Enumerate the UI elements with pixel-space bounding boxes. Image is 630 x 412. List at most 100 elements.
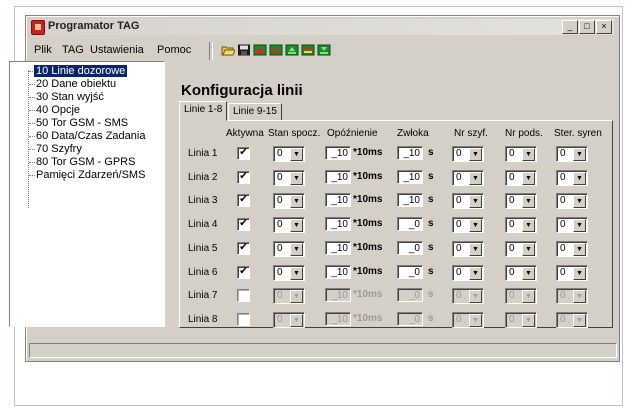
tree-item-tor-gsm-sms[interactable]: 50 Tor GSM - SMS bbox=[36, 117, 128, 129]
siren-select[interactable]: 0 ▼ bbox=[556, 264, 588, 281]
zone-select[interactable]: 0 ▼ bbox=[452, 311, 484, 328]
rest-state-select[interactable]: 0 ▼ bbox=[273, 240, 305, 257]
chevron-down-icon[interactable]: ▼ bbox=[290, 171, 303, 185]
chevron-down-icon[interactable]: ▼ bbox=[573, 219, 586, 233]
download-green-icon[interactable] bbox=[317, 44, 331, 56]
rest-state-select[interactable]: 0 ▼ bbox=[273, 217, 305, 234]
chevron-down-icon[interactable]: ▼ bbox=[522, 171, 535, 185]
chevron-down-icon[interactable]: ▼ bbox=[469, 171, 482, 185]
chevron-down-icon[interactable]: ▼ bbox=[469, 290, 482, 304]
sub-select[interactable]: 0 ▼ bbox=[505, 311, 537, 328]
chevron-down-icon[interactable]: ▼ bbox=[573, 171, 586, 185]
delay2-field[interactable]: _10 bbox=[397, 169, 423, 184]
sub-select[interactable]: 0 ▼ bbox=[505, 146, 537, 162]
delay-field[interactable]: _10 bbox=[325, 264, 351, 279]
chevron-down-icon[interactable]: ▼ bbox=[522, 242, 535, 256]
active-checkbox[interactable]: ✔ bbox=[237, 170, 250, 184]
siren-select[interactable]: 0 ▼ bbox=[556, 169, 588, 186]
chevron-down-icon[interactable]: ▼ bbox=[290, 266, 303, 280]
delay2-field[interactable]: _0 bbox=[397, 288, 423, 303]
open-folder-icon[interactable] bbox=[221, 44, 235, 56]
menu-pomoc[interactable]: Pomoc bbox=[157, 44, 191, 56]
zone-select[interactable]: 0 ▼ bbox=[452, 217, 484, 234]
siren-select[interactable]: 0 ▼ bbox=[556, 217, 588, 234]
tree-item-opcje[interactable]: 40 Opcje bbox=[36, 104, 80, 116]
sub-select[interactable]: 0 ▼ bbox=[505, 264, 537, 281]
zone-select[interactable]: 0 ▼ bbox=[452, 169, 484, 186]
zone-select[interactable]: 0 ▼ bbox=[452, 193, 484, 210]
chevron-down-icon[interactable]: ▼ bbox=[522, 266, 535, 280]
active-checkbox[interactable]: ✔ bbox=[237, 265, 250, 279]
upload-red-icon[interactable] bbox=[253, 44, 267, 56]
rest-state-select[interactable]: 0 ▼ bbox=[273, 288, 305, 305]
chevron-down-icon[interactable]: ▼ bbox=[573, 266, 586, 280]
chevron-down-icon[interactable]: ▼ bbox=[573, 195, 586, 209]
delay2-field[interactable]: _0 bbox=[397, 311, 423, 326]
zone-select[interactable]: 0 ▼ bbox=[452, 146, 484, 162]
chevron-down-icon[interactable]: ▼ bbox=[469, 266, 482, 280]
delay2-field[interactable]: _0 bbox=[397, 240, 423, 255]
tree-item-szyfry[interactable]: 70 Szyfry bbox=[36, 143, 82, 155]
siren-select[interactable]: 0 ▼ bbox=[556, 288, 588, 305]
active-checkbox[interactable] bbox=[237, 289, 250, 303]
delay-field[interactable]: _10 bbox=[325, 193, 351, 208]
sub-select[interactable]: 0 ▼ bbox=[505, 288, 537, 305]
chevron-down-icon[interactable]: ▼ bbox=[469, 195, 482, 209]
chevron-down-icon[interactable]: ▼ bbox=[469, 242, 482, 256]
siren-select[interactable]: 0 ▼ bbox=[556, 311, 588, 328]
rest-state-select[interactable]: 0 ▼ bbox=[273, 311, 305, 328]
tree-item-dane-obiektu[interactable]: 20 Dane obiektu bbox=[36, 78, 116, 90]
active-checkbox[interactable] bbox=[237, 312, 250, 326]
delay-field[interactable]: _10 bbox=[325, 217, 351, 232]
chevron-down-icon[interactable]: ▼ bbox=[290, 290, 303, 304]
minimize-button[interactable]: _ bbox=[562, 20, 578, 34]
chevron-down-icon[interactable]: ▼ bbox=[522, 290, 535, 304]
chevron-down-icon[interactable]: ▼ bbox=[290, 148, 303, 161]
rest-state-select[interactable]: 0 ▼ bbox=[273, 146, 305, 162]
save-icon[interactable] bbox=[237, 44, 251, 56]
tab-linie-1-8[interactable]: Linie 1-8 bbox=[179, 101, 228, 121]
active-checkbox[interactable]: ✔ bbox=[237, 218, 250, 232]
chevron-down-icon[interactable]: ▼ bbox=[573, 313, 586, 327]
tab-linie-9-15[interactable]: Linie 9-15 bbox=[228, 103, 282, 121]
chevron-down-icon[interactable]: ▼ bbox=[522, 313, 535, 327]
chevron-down-icon[interactable]: ▼ bbox=[469, 219, 482, 233]
siren-select[interactable]: 0 ▼ bbox=[556, 193, 588, 210]
zone-select[interactable]: 0 ▼ bbox=[452, 240, 484, 257]
siren-select[interactable]: 0 ▼ bbox=[556, 146, 588, 162]
menu-ustawienia[interactable]: Ustawienia bbox=[90, 44, 144, 56]
section-tree[interactable]: 10 Linie dozorowe 20 Dane obiektu 30 Sta… bbox=[9, 61, 165, 327]
maximize-button[interactable]: □ bbox=[579, 20, 595, 34]
siren-select[interactable]: 0 ▼ bbox=[556, 240, 588, 257]
delay-field[interactable]: _10 bbox=[325, 288, 351, 303]
chevron-down-icon[interactable]: ▼ bbox=[573, 148, 586, 161]
delay-field[interactable]: _10 bbox=[325, 169, 351, 184]
download-red-icon[interactable] bbox=[269, 44, 283, 56]
delay2-field[interactable]: _10 bbox=[397, 146, 423, 160]
active-checkbox[interactable]: ✔ bbox=[237, 241, 250, 255]
chevron-down-icon[interactable]: ▼ bbox=[290, 242, 303, 256]
chevron-down-icon[interactable]: ▼ bbox=[290, 195, 303, 209]
rest-state-select[interactable]: 0 ▼ bbox=[273, 169, 305, 186]
zone-select[interactable]: 0 ▼ bbox=[452, 264, 484, 281]
chevron-down-icon[interactable]: ▼ bbox=[290, 219, 303, 233]
delay-field[interactable]: _10 bbox=[325, 240, 351, 255]
chevron-down-icon[interactable]: ▼ bbox=[573, 242, 586, 256]
chevron-down-icon[interactable]: ▼ bbox=[522, 219, 535, 233]
menu-plik[interactable]: Plik bbox=[34, 44, 52, 56]
sub-select[interactable]: 0 ▼ bbox=[505, 217, 537, 234]
upload-green-icon[interactable] bbox=[285, 44, 299, 56]
delay2-field[interactable]: _0 bbox=[397, 217, 423, 232]
delay2-field[interactable]: _0 bbox=[397, 264, 423, 279]
chevron-down-icon[interactable]: ▼ bbox=[290, 313, 303, 327]
rest-state-select[interactable]: 0 ▼ bbox=[273, 264, 305, 281]
tree-item-stan-wyjsc[interactable]: 30 Stan wyjść bbox=[36, 91, 104, 103]
menu-tag[interactable]: TAG bbox=[62, 44, 84, 56]
tree-item-data-czas[interactable]: 60 Data/Czas Zadania bbox=[36, 130, 145, 142]
sub-select[interactable]: 0 ▼ bbox=[505, 169, 537, 186]
tree-item-linie-dozorowe[interactable]: 10 Linie dozorowe bbox=[34, 65, 128, 77]
chevron-down-icon[interactable]: ▼ bbox=[522, 195, 535, 209]
rest-state-select[interactable]: 0 ▼ bbox=[273, 193, 305, 210]
delay-field[interactable]: _10 bbox=[325, 146, 351, 160]
chevron-down-icon[interactable]: ▼ bbox=[469, 313, 482, 327]
